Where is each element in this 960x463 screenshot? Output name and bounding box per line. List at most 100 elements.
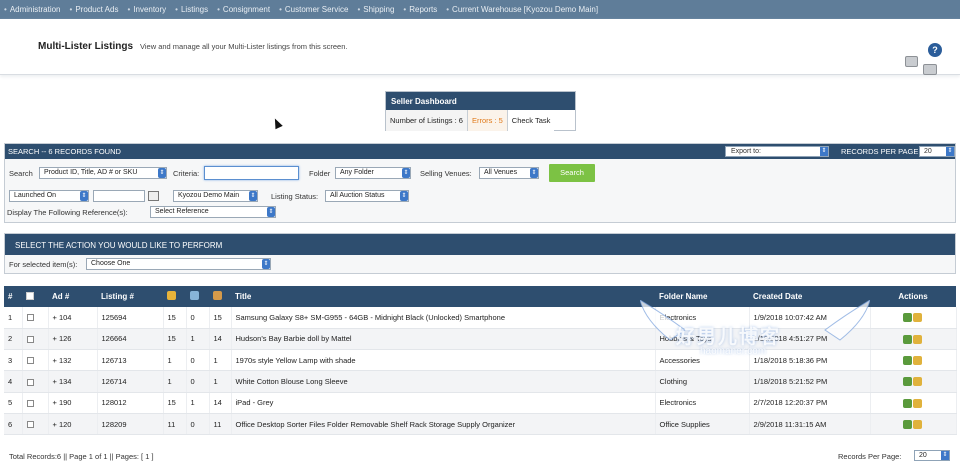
row-ad-number[interactable]: + 134 <box>48 370 98 393</box>
printer-icon[interactable] <box>923 64 937 75</box>
nav-label: Consignment <box>222 5 271 14</box>
search-field-select[interactable]: Product ID, Title, AD # or SKU ⇕ <box>39 167 167 179</box>
row-checkbox[interactable] <box>22 413 49 436</box>
footer-records-per-page-label: Records Per Page: <box>838 452 902 461</box>
row-listing-number: 125694 <box>97 307 164 329</box>
selling-venues-label: Selling Venues: <box>420 169 472 178</box>
row-sold: 0 <box>186 413 210 436</box>
warehouse-select[interactable]: Kyozou Demo Main ⇕ <box>173 190 258 202</box>
row-title[interactable]: Samsung Galaxy S8+ SM-G955 - 64GB - Midn… <box>231 307 656 329</box>
select-all-checkbox[interactable] <box>22 286 48 307</box>
row-quantity: 15 <box>163 328 187 351</box>
check-task-link[interactable]: Check Task <box>507 110 555 131</box>
export-select[interactable]: Export to: ⇕ <box>725 146 829 157</box>
row-actions <box>870 349 957 372</box>
table-row[interactable]: 2 + 126 126664 15 1 14 Hudson's Bay Barb… <box>4 328 957 351</box>
edit-icon[interactable] <box>903 356 912 365</box>
row-folder: Electronics <box>655 307 750 329</box>
criteria-input[interactable] <box>204 166 299 180</box>
row-title[interactable]: Office Desktop Sorter Files Folder Remov… <box>231 413 656 436</box>
row-checkbox[interactable] <box>22 307 49 329</box>
pagination-summary[interactable]: Total Records:6 || Page 1 of 1 || Pages:… <box>9 452 154 461</box>
row-checkbox[interactable] <box>22 328 49 351</box>
dashboard-row: Number of Listings : 6 Errors : 5 Check … <box>386 110 575 131</box>
chevron-down-icon: ⇕ <box>530 168 538 178</box>
table-row[interactable]: 5 + 190 128012 15 1 14 iPad - Grey Elect… <box>4 392 957 414</box>
listing-status-select[interactable]: All Auction Status ⇕ <box>325 190 409 202</box>
nav-inventory[interactable]: • Inventory <box>127 5 166 14</box>
nav-consignment[interactable]: • Consignment <box>217 5 270 14</box>
warehouse-value: Kyozou Demo Main <box>178 192 240 199</box>
footer-records-per-page-select[interactable]: 20 ⇕ <box>914 450 950 461</box>
row-number: 2 <box>4 328 23 351</box>
row-title[interactable]: Hudson's Bay Barbie doll by Mattel <box>231 328 656 351</box>
col-folder-name[interactable]: Folder Name <box>655 286 749 307</box>
row-number: 3 <box>4 349 23 372</box>
row-ad-number[interactable]: + 104 <box>48 307 98 329</box>
chevron-down-icon: ⇕ <box>262 259 270 269</box>
edit-icon[interactable] <box>903 419 912 429</box>
col-title[interactable]: Title <box>231 286 655 307</box>
relist-icon[interactable] <box>913 356 922 365</box>
edit-icon[interactable] <box>903 377 912 387</box>
table-row[interactable]: 1 + 104 125694 15 0 15 Samsung Galaxy S8… <box>4 307 957 329</box>
row-actions <box>870 307 957 329</box>
relist-icon[interactable] <box>913 398 922 408</box>
nav-current-warehouse[interactable]: • Current Warehouse [Kyozou Demo Main] <box>446 5 598 14</box>
folder-value: Any Folder <box>340 169 374 176</box>
row-ad-number[interactable]: + 190 <box>48 392 98 414</box>
nav-reports[interactable]: • Reports <box>403 5 437 14</box>
row-ad-number[interactable]: + 132 <box>48 349 98 372</box>
relist-icon[interactable] <box>913 419 922 429</box>
nav-administration[interactable]: • Administration <box>4 5 61 14</box>
number-of-listings[interactable]: Number of Listings : 6 <box>386 110 468 131</box>
folder-label: Folder <box>309 169 331 178</box>
relist-icon[interactable] <box>913 334 922 344</box>
nav-product-ads[interactable]: • Product Ads <box>70 5 119 14</box>
search-button[interactable]: Search <box>549 164 595 182</box>
print-label-icon[interactable] <box>905 56 918 67</box>
col-created-date[interactable]: Created Date <box>749 286 870 307</box>
date-field-select[interactable]: Launched On ⇕ <box>9 190 89 202</box>
table-row[interactable]: 3 + 132 126713 1 0 1 1970s style Yellow … <box>4 349 957 372</box>
row-checkbox[interactable] <box>22 349 49 372</box>
row-listing-number: 126713 <box>97 349 164 372</box>
row-ad-number[interactable]: + 126 <box>48 328 98 351</box>
relist-icon[interactable] <box>913 377 922 387</box>
row-title[interactable]: 1970s style Yellow Lamp with shade <box>231 349 656 372</box>
nav-shipping[interactable]: • Shipping <box>357 5 394 14</box>
records-per-page-select[interactable]: 20 ⇕ <box>919 146 955 157</box>
edit-icon[interactable] <box>903 313 912 323</box>
row-number: 1 <box>4 307 23 329</box>
calendar-icon[interactable] <box>148 191 159 201</box>
col-ad-number[interactable]: Ad # <box>48 286 97 307</box>
nav-listings[interactable]: • Listings <box>175 5 208 14</box>
row-title[interactable]: iPad - Grey <box>231 392 656 414</box>
table-row[interactable]: 6 + 120 128209 11 0 11 Office Desktop So… <box>4 413 957 436</box>
errors-count[interactable]: Errors : 5 <box>467 110 508 131</box>
chevron-down-icon: ⇕ <box>158 168 166 178</box>
reference-select[interactable]: Select Reference ⇕ <box>150 206 276 218</box>
folder-select[interactable]: Any Folder ⇕ <box>335 167 411 179</box>
selling-venues-select[interactable]: All Venues ⇕ <box>479 167 539 179</box>
row-title[interactable]: White Cotton Blouse Long Sleeve <box>231 370 656 393</box>
chevron-down-icon: ⇕ <box>249 191 257 201</box>
row-checkbox[interactable] <box>22 370 49 393</box>
col-listing-number[interactable]: Listing # <box>97 286 163 307</box>
table-row[interactable]: 4 + 134 126714 1 0 1 White Cotton Blouse… <box>4 370 957 393</box>
table-header: # Ad # Listing # Title Folder Name Creat… <box>4 286 956 307</box>
date-input[interactable] <box>93 190 145 202</box>
reference-value: Select Reference <box>155 208 209 215</box>
row-ad-number[interactable]: + 120 <box>48 413 98 436</box>
row-number: 5 <box>4 392 23 414</box>
edit-icon[interactable] <box>903 334 912 344</box>
row-actions <box>870 370 957 393</box>
relist-icon[interactable] <box>913 313 922 323</box>
action-select[interactable]: Choose One ⇕ <box>86 258 271 270</box>
chevron-down-icon: ⇕ <box>80 191 88 201</box>
nav-customer-service[interactable]: • Customer Service <box>279 5 348 14</box>
help-icon[interactable]: ? <box>928 43 942 57</box>
edit-icon[interactable] <box>903 398 912 408</box>
row-actions <box>870 413 957 436</box>
row-checkbox[interactable] <box>22 392 49 414</box>
